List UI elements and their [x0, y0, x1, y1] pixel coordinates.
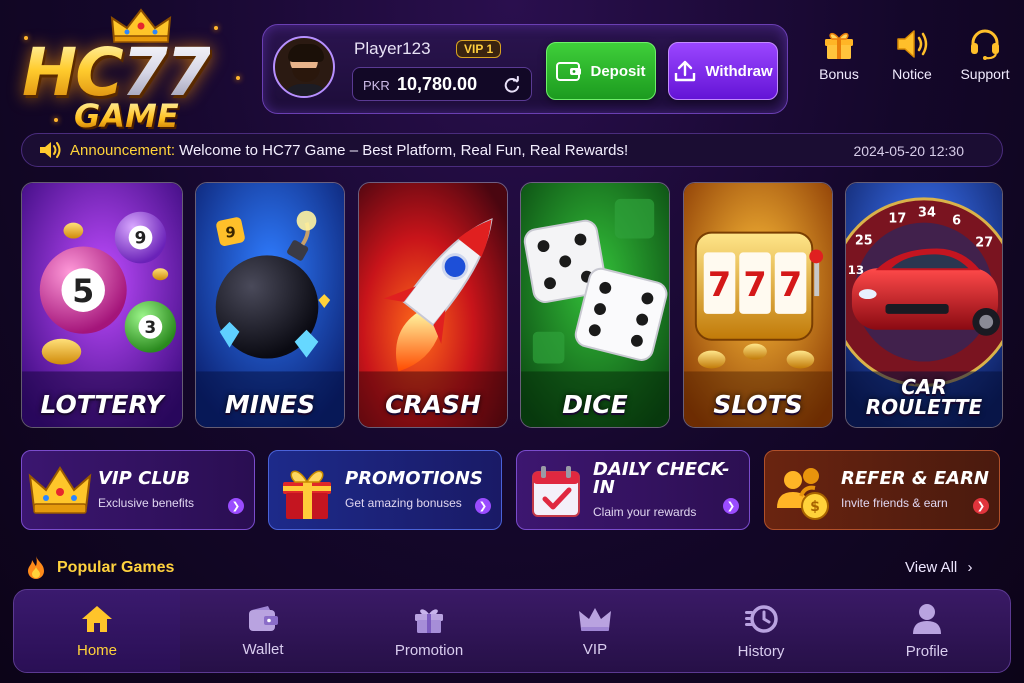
currency-label: PKR: [363, 78, 390, 93]
withdraw-button[interactable]: Withdraw: [668, 42, 778, 100]
nav-label: History: [737, 642, 785, 660]
refer-earn-tile[interactable]: $ REFER & EARN Invite friends & earn ❯: [764, 450, 1000, 530]
announcement-bar[interactable]: Announcement: Welcome to HC77 Game – Bes…: [21, 133, 1003, 167]
wallet-icon: [249, 605, 278, 631]
top-actions: Bonus Notice Support: [806, 28, 1018, 92]
game-title: CAR ROULETTE: [865, 375, 983, 419]
speaker-icon: [40, 142, 61, 158]
feature-subtitle: Invite friends & earn: [841, 496, 948, 510]
home-icon: [82, 605, 112, 632]
refer-friends-icon: $: [777, 468, 829, 520]
game-card-crash[interactable]: CRASH: [358, 182, 508, 428]
history-icon: [745, 604, 778, 633]
nav-label: Wallet: [242, 640, 284, 658]
announcement-datetime: 2024-05-20 12:30: [853, 143, 964, 159]
feature-title: REFER & EARN: [841, 468, 989, 489]
svg-text:7: 7: [779, 265, 802, 304]
nav-profile[interactable]: Profile: [844, 590, 1010, 672]
vip-level-badge: VIP 1: [456, 40, 502, 58]
view-all-link[interactable]: View All ›: [905, 559, 972, 576]
feature-title: VIP CLUB: [98, 468, 191, 489]
gift-box-icon: [283, 470, 331, 519]
announcement-text: Welcome to HC77 Game – Best Platform, Re…: [179, 141, 629, 159]
bonus-button[interactable]: Bonus: [806, 28, 872, 92]
game-title: SLOTS: [713, 390, 803, 419]
nav-label: Profile: [905, 642, 949, 660]
refresh-icon[interactable]: [503, 76, 521, 94]
announcement-title: Announcement:: [70, 141, 176, 159]
vip-club-tile[interactable]: VIP CLUB Exclusive benefits ❯: [21, 450, 255, 530]
nav-vip[interactable]: VIP: [512, 590, 678, 672]
profile-icon: [913, 603, 941, 634]
chevron-right-icon: ❯: [228, 498, 244, 514]
chevron-right-icon: ❯: [475, 498, 491, 514]
headset-icon: [971, 29, 999, 60]
notice-label: Notice: [892, 66, 932, 82]
chevron-right-icon: ❯: [723, 498, 739, 514]
crown-icon: [579, 607, 611, 631]
game-title: DICE: [562, 390, 628, 419]
calendar-check-icon: [532, 466, 580, 517]
nav-wallet[interactable]: Wallet: [180, 590, 346, 672]
bonus-label: Bonus: [819, 66, 859, 82]
section-title: Popular Games: [57, 559, 175, 576]
balance-amount: 10,780.00: [397, 74, 478, 94]
nav-label: Promotion: [394, 641, 464, 659]
game-grid: 9 5 3 LOTTERY 9 MINES CRASH DICE 7 7 7 S…: [21, 182, 1003, 428]
brand-logo[interactable]: HC77 GAME: [14, 6, 250, 135]
deposit-button[interactable]: Deposit: [546, 42, 656, 100]
feature-title: DAILY CHECK-IN: [593, 459, 730, 498]
nav-label: Home: [76, 641, 117, 659]
sparkle-decoration: [236, 76, 240, 80]
bottom-navigation: Home Wallet Promotion VIP History Profil…: [13, 589, 1011, 673]
withdraw-label: Withdraw: [705, 62, 773, 80]
svg-text:$: $: [810, 499, 820, 515]
notice-button[interactable]: Notice: [879, 28, 945, 92]
sparkle-decoration: [214, 26, 218, 30]
deposit-label: Deposit: [590, 62, 646, 80]
promotions-tile[interactable]: PROMOTIONS Get amazing bonuses ❯: [268, 450, 502, 530]
fire-icon: [28, 556, 44, 579]
game-card-mines[interactable]: 9 MINES: [195, 182, 345, 428]
logo-subtitle: GAME: [74, 97, 179, 135]
nav-promotion[interactable]: Promotion: [346, 590, 512, 672]
account-panel: Player123 VIP 1 PKR 10,780.00 Deposit Wi…: [262, 24, 788, 114]
gift-icon: [825, 32, 853, 59]
feature-title: PROMOTIONS: [345, 468, 483, 489]
game-card-car-roulette[interactable]: 25 17 34 6 27 13 CAR ROULETTE: [845, 182, 1003, 428]
player-name: Player123: [354, 39, 431, 58]
avatar[interactable]: [273, 36, 335, 98]
svg-text:7: 7: [708, 265, 731, 304]
nav-home[interactable]: Home: [14, 590, 180, 672]
game-card-dice[interactable]: DICE: [520, 182, 670, 428]
nav-label: VIP: [582, 640, 608, 658]
chevron-right-icon: ›: [967, 559, 973, 576]
game-card-slots[interactable]: 7 7 7 SLOTS: [683, 182, 833, 428]
feature-subtitle: Get amazing bonuses: [345, 496, 462, 510]
speaker-icon: [897, 30, 928, 58]
game-card-lottery[interactable]: 9 5 3 LOTTERY: [21, 182, 183, 428]
sparkle-decoration: [24, 36, 28, 40]
svg-text:7: 7: [743, 265, 766, 304]
sparkle-decoration: [54, 118, 58, 122]
gift-icon: [415, 608, 443, 633]
feature-subtitle: Exclusive benefits: [98, 496, 195, 510]
chevron-right-icon: ❯: [973, 498, 989, 514]
upload-icon: [675, 60, 696, 82]
crown-icon: [28, 466, 92, 514]
game-title: MINES: [224, 390, 316, 419]
game-title: LOTTERY: [40, 390, 164, 419]
wallet-icon: [556, 62, 582, 81]
support-label: Support: [960, 66, 1010, 82]
balance-display: PKR 10,780.00: [352, 67, 532, 101]
view-all-label: View All: [905, 559, 958, 576]
nav-history[interactable]: History: [678, 590, 844, 672]
svg-text:9: 9: [225, 225, 235, 242]
game-title: CRASH: [385, 390, 481, 419]
daily-checkin-tile[interactable]: DAILY CHECK-IN Claim your rewards ❯: [516, 450, 750, 530]
support-button[interactable]: Support: [952, 28, 1018, 92]
